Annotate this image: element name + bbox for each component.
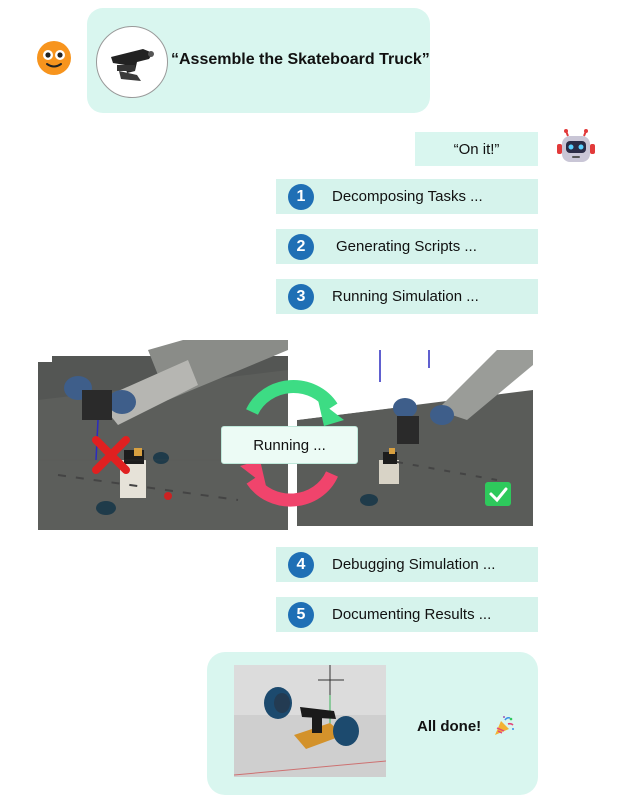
step-1: 1 Decomposing Tasks ...: [276, 179, 538, 214]
user-request-bubble: “Assemble the Skateboard Truck”: [87, 8, 430, 113]
step-label: Decomposing Tasks ...: [332, 188, 483, 205]
all-done-text: All done!: [417, 718, 482, 735]
assembled-skateboard-truck-render: [234, 665, 386, 777]
running-label-box: Running ...: [221, 426, 358, 464]
skateboard-truck-part-image: [111, 49, 154, 81]
party-popper-icon: [495, 716, 514, 735]
agent-reply-bubble: “On it!”: [415, 132, 538, 166]
result-image: [234, 665, 386, 777]
step-label: Running Simulation ...: [332, 288, 479, 305]
step-label: Debugging Simulation ...: [332, 556, 496, 573]
step-5: 5 Documenting Results ...: [276, 597, 538, 632]
agent-reply-text: “On it!”: [453, 140, 500, 158]
step-3: 3 Running Simulation ...: [276, 279, 538, 314]
robot-head-icon: [557, 129, 595, 162]
final-result-bubble: All done!: [207, 652, 538, 795]
part-thumbnail: [96, 26, 168, 98]
step-2: 2 Generating Scripts ...: [276, 229, 538, 264]
user-request-text: “Assemble the Skateboard Truck”: [171, 51, 430, 68]
step-label: Generating Scripts ...: [336, 238, 477, 255]
step-number: 3: [288, 283, 314, 310]
step-number: 4: [288, 551, 314, 578]
step-number: 5: [288, 601, 314, 628]
agent-avatar: [556, 128, 596, 168]
step-number: 1: [288, 183, 314, 210]
step-number: 2: [288, 233, 314, 260]
step-label: Documenting Results ...: [332, 606, 492, 623]
step-4: 4 Debugging Simulation ...: [276, 547, 538, 582]
green-check-icon: [485, 482, 511, 506]
smiley-face-icon: [37, 41, 71, 75]
running-label: Running ...: [253, 436, 326, 454]
user-avatar: [36, 40, 72, 76]
